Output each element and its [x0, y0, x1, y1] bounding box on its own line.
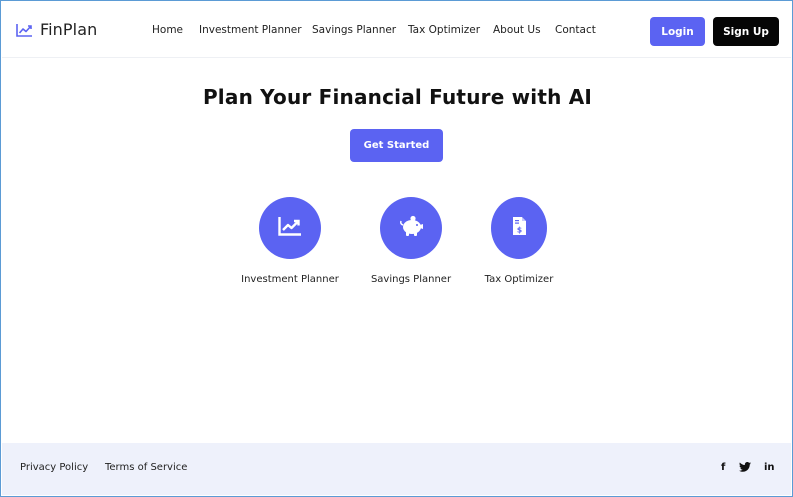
nav-link-savings-planner[interactable]: Savings Planner — [312, 24, 396, 36]
terms-of-service-link[interactable]: Terms of Service — [105, 462, 187, 473]
facebook-icon[interactable]: f — [721, 461, 725, 475]
feature-investment-planner[interactable]: Investment Planner — [240, 197, 340, 285]
nav-link-contact[interactable]: Contact — [555, 24, 596, 36]
page-frame: FinPlan Home Investment Planner Savings … — [0, 0, 793, 497]
feature-savings-planner[interactable]: Savings Planner — [366, 197, 456, 285]
feature-tax-optimizer[interactable]: $ Tax Optimizer — [479, 197, 559, 285]
feature-icon-circle — [380, 197, 442, 259]
nav-link-investment-planner[interactable]: Investment Planner — [199, 24, 302, 36]
feature-label: Tax Optimizer — [484, 274, 554, 285]
linkedin-icon[interactable]: in — [764, 461, 775, 475]
privacy-policy-link[interactable]: Privacy Policy — [20, 462, 88, 473]
brand-logo[interactable]: FinPlan — [16, 20, 97, 39]
nav-link-tax-optimizer[interactable]: Tax Optimizer — [408, 24, 480, 36]
feature-label: Savings Planner — [370, 274, 452, 285]
signup-button[interactable]: Sign Up — [713, 17, 779, 46]
twitter-icon[interactable] — [739, 462, 751, 477]
site-footer: Privacy Policy Terms of Service f in — [2, 443, 791, 495]
site-header: FinPlan Home Investment Planner Savings … — [2, 2, 791, 58]
invoice-dollar-icon: $ — [512, 216, 527, 240]
get-started-button[interactable]: Get Started — [350, 129, 443, 162]
chart-line-icon — [278, 216, 302, 240]
piggy-bank-icon — [398, 215, 424, 241]
feature-label: Investment Planner — [241, 274, 339, 285]
feature-icon-circle — [259, 197, 321, 259]
nav-link-home[interactable]: Home — [152, 24, 183, 36]
svg-text:$: $ — [516, 226, 521, 235]
nav-link-about-us[interactable]: About Us — [493, 24, 541, 36]
hero-title: Plan Your Financial Future with AI — [202, 85, 593, 109]
feature-icon-circle: $ — [491, 197, 547, 259]
login-button[interactable]: Login — [650, 17, 705, 46]
trend-chart-icon — [16, 23, 33, 37]
brand-name: FinPlan — [40, 20, 98, 39]
